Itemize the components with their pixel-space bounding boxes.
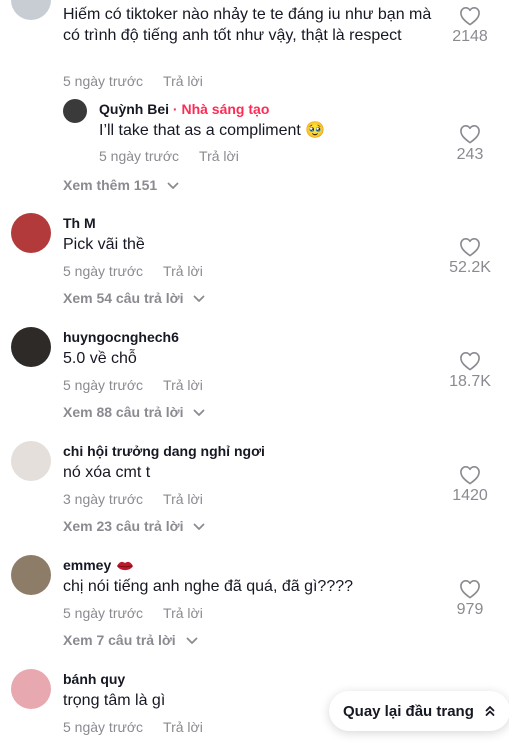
heart-outline-icon [460, 125, 480, 144]
chevron-down-icon [193, 523, 205, 531]
creator-badge: Nhà sáng tạo [181, 101, 270, 117]
reply-button[interactable]: Trả lời [163, 73, 203, 89]
reply-text: I’ll take that as a compliment 🥹 [99, 122, 326, 139]
comment-time: 5 ngày trước [63, 377, 144, 393]
reply-time: 5 ngày trước [99, 148, 180, 164]
reply-button[interactable]: Trả lời [163, 377, 203, 393]
reply-button[interactable]: Trả lời [163, 263, 203, 279]
comment-meta: 5 ngày trước Trả lời [63, 263, 203, 279]
reply-meta: 5 ngày trước Trả lời [99, 148, 239, 164]
creator-avatar[interactable] [63, 99, 87, 123]
lips-emoji-icon [117, 562, 134, 571]
view-more-replies-button[interactable]: Xem 54 câu trả lời [63, 290, 205, 306]
comment-meta: 5 ngày trước Trả lời [63, 73, 203, 89]
like-button[interactable]: 2148 [440, 6, 500, 46]
username-text: emmey [63, 557, 112, 573]
heart-outline-icon [460, 580, 480, 599]
comment-username[interactable]: Th M [63, 215, 96, 231]
comment-meta: 5 ngày trước Trả lời [63, 377, 203, 393]
view-more-label: Xem 88 câu trả lời [63, 404, 184, 420]
like-count: 18.7K [449, 373, 491, 390]
comment-item: huyngocnghech6 5.0 về chỗ 5 ngày trước Tr… [0, 324, 509, 428]
view-more-replies-button[interactable]: Xem thêm 151 [63, 177, 179, 193]
comment-username[interactable]: bánh quy [63, 671, 125, 687]
view-more-label: Xem 7 câu trả lời [63, 632, 176, 648]
comment-username[interactable]: huyngocnghech6 [63, 329, 179, 345]
avatar[interactable] [11, 213, 51, 253]
avatar[interactable] [11, 669, 51, 709]
comment-username[interactable]: emmey [63, 557, 134, 573]
heart-outline-icon [460, 352, 480, 371]
reply-button[interactable]: Trả lời [199, 148, 239, 164]
comment-meta: 5 ngày trước Trả lời [63, 719, 203, 735]
comment-text: trọng tâm là gì [63, 692, 166, 709]
like-button[interactable]: 1420 [440, 465, 500, 505]
chevron-down-icon [193, 409, 205, 417]
comment-text: Hiếm có tiktoker nào nhảy te te đáng iu … [63, 6, 432, 44]
like-count: 1420 [452, 487, 488, 504]
comment-text: nó xóa cmt t [63, 464, 151, 481]
avatar[interactable] [11, 555, 51, 595]
back-to-top-button[interactable]: Quay lại đầu trang [329, 691, 509, 731]
chevron-down-icon [193, 295, 205, 303]
view-more-label: Xem 54 câu trả lời [63, 290, 184, 306]
comment-item: Th M Pick vãi thề 5 ngày trước Trả lời 52… [0, 210, 509, 314]
chevron-down-icon [186, 637, 197, 645]
like-count: 979 [456, 601, 484, 618]
comment-time: 5 ngày trước [63, 263, 144, 279]
back-to-top-label: Quay lại đầu trang [343, 702, 474, 720]
avatar[interactable] [11, 0, 51, 20]
comment-time: 5 ngày trước [63, 73, 144, 89]
comment-time: 3 ngày trước [63, 491, 144, 507]
view-more-replies-button[interactable]: Xem 23 câu trả lời [63, 518, 205, 534]
heart-outline-icon [460, 238, 480, 257]
comment-meta: 3 ngày trước Trả lời [63, 491, 203, 507]
name-separator: · [172, 101, 178, 117]
comment-time: 5 ngày trước [63, 719, 144, 735]
avatar[interactable] [11, 327, 51, 367]
comment-item: emmey chị nói tiếng anh nghe đã quá, đã … [0, 552, 509, 656]
comment-text: chị nói tiếng anh nghe đã quá, đã gì???? [63, 578, 354, 595]
avatar[interactable] [11, 441, 51, 481]
heart-outline-icon [460, 466, 480, 485]
like-button[interactable]: 979 [440, 579, 500, 619]
like-count: 52.2K [449, 259, 491, 276]
like-button[interactable]: 18.7K [440, 351, 500, 391]
view-more-replies-button[interactable]: Xem 7 câu trả lời [63, 632, 198, 648]
comment-time: 5 ngày trước [63, 605, 144, 621]
comment-text: Pick vãi thề [63, 236, 145, 253]
reply-button[interactable]: Trả lời [163, 719, 203, 735]
view-more-replies-button[interactable]: Xem 88 câu trả lời [63, 404, 205, 420]
chevron-down-icon [167, 182, 179, 190]
reply-button[interactable]: Trả lời [163, 605, 203, 621]
comment-username[interactable]: chi hội trưởng dang nghỉ ngơi [63, 443, 265, 459]
double-chevron-up-icon [485, 706, 495, 716]
like-button[interactable]: 243 [440, 124, 500, 164]
like-button[interactable]: 52.2K [440, 237, 500, 277]
like-count: 243 [456, 146, 484, 163]
comment-item: Hiếm có tiktoker nào nhảy te te đáng iu … [0, 0, 509, 200]
like-count: 2148 [452, 28, 488, 45]
view-more-label: Xem thêm 151 [63, 177, 158, 193]
reply-username-text: Quỳnh Bei [99, 101, 170, 117]
comment-text: 5.0 về chỗ [63, 350, 137, 367]
comment-meta: 5 ngày trước Trả lời [63, 605, 203, 621]
view-more-label: Xem 23 câu trả lời [63, 518, 184, 534]
comment-item: chi hội trưởng dang nghỉ ngơi nó xóa cmt… [0, 438, 509, 542]
heart-outline-icon [460, 7, 480, 26]
reply-username: Quỳnh Bei · Nhà sáng tạo [99, 101, 269, 117]
reply-button[interactable]: Trả lời [163, 491, 203, 507]
